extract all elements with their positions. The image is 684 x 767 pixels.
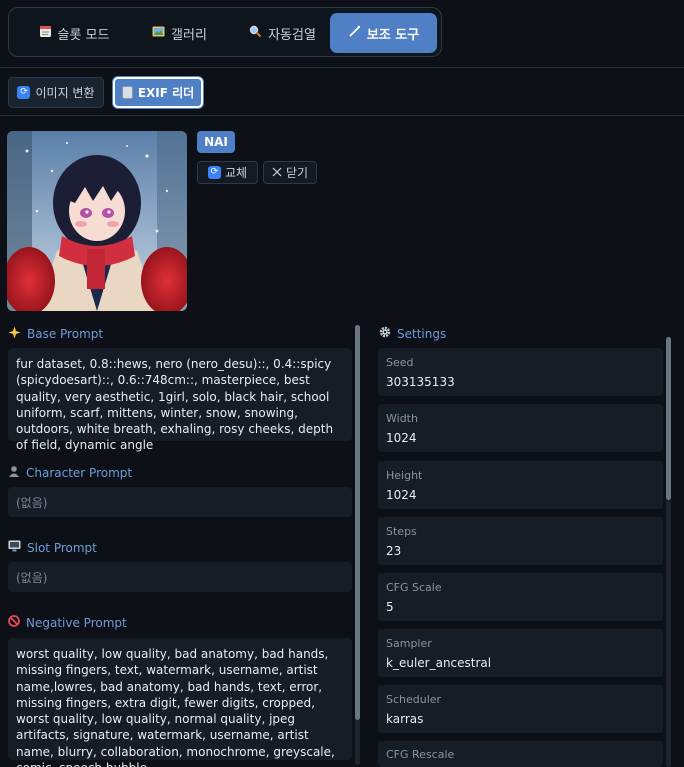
- section-label: Base Prompt: [27, 327, 104, 341]
- tab-auto-censor[interactable]: 자동검열: [230, 13, 335, 53]
- setting-value: 23: [386, 544, 402, 558]
- wand-icon: [348, 25, 361, 41]
- base-prompt-title: Base Prompt: [8, 326, 103, 342]
- refresh-icon: ⟳: [207, 166, 221, 179]
- setting-cfg-rescale: CFG Rescale: [378, 741, 663, 767]
- prohibited-icon: [8, 615, 20, 630]
- slot-prompt-box: (없음): [8, 562, 352, 592]
- magnifier-icon: [249, 25, 262, 41]
- sparkles-icon: [8, 326, 21, 342]
- character-prompt-title: Character Prompt: [8, 465, 132, 480]
- close-label: 닫기: [285, 166, 309, 180]
- picture-icon: [152, 25, 165, 41]
- negative-prompt-box: worst quality, low quality, bad anatomy,…: [8, 638, 352, 767]
- main-tab-bar: 슬롯 모드 갤러리 자동검열 보조 도구: [8, 7, 442, 57]
- setting-value: 1024: [386, 488, 417, 502]
- tab-label: 보조 도구: [366, 27, 420, 43]
- close-image-button[interactable]: 닫기: [263, 161, 317, 184]
- tab-slot-mode[interactable]: 슬롯 모드: [19, 13, 129, 53]
- setting-label: CFG Rescale: [386, 748, 455, 761]
- setting-label: Scheduler: [386, 693, 442, 706]
- setting-label: Steps: [386, 525, 417, 538]
- tab-gallery[interactable]: 갤러리: [131, 13, 228, 53]
- base-prompt-box: fur dataset, 0.8::hews, nero (nero_desu)…: [8, 348, 352, 452]
- setting-sampler: Sampler k_euler_ancestral: [378, 629, 663, 677]
- setting-value: 1024: [386, 431, 417, 445]
- tab-helper-tools[interactable]: 보조 도구: [330, 13, 437, 53]
- character-prompt-box: (없음): [8, 487, 352, 517]
- settings-scrollbar-thumb[interactable]: [666, 337, 671, 500]
- setting-value: 5: [386, 600, 394, 614]
- exif-image-preview: [7, 131, 187, 311]
- setting-label: Seed: [386, 356, 414, 369]
- subtab-exif-reader[interactable]: EXIF 리더: [113, 77, 203, 108]
- person-icon: [8, 465, 20, 480]
- replace-label: 교체: [224, 166, 248, 180]
- clipboard-icon: [121, 86, 133, 99]
- subtab-label: EXIF 리더: [137, 86, 195, 100]
- gear-icon: [379, 326, 391, 341]
- setting-value: 303135133: [386, 375, 455, 389]
- slot-prompt-title: Slot Prompt: [8, 540, 97, 555]
- setting-label: CFG Scale: [386, 581, 442, 594]
- main-tab-bar-wrapper: 슬롯 모드 갤러리 자동검열 보조 도구: [0, 0, 684, 68]
- prompts-scrollbar-thumb[interactable]: [355, 325, 360, 720]
- setting-label: Height: [386, 469, 423, 482]
- subtab-image-convert[interactable]: ⟳ 이미지 변환: [8, 77, 104, 108]
- refresh-icon: ⟳: [17, 86, 31, 99]
- section-label: Negative Prompt: [26, 615, 127, 630]
- setting-seed: Seed 303135133: [378, 348, 663, 396]
- setting-label: Sampler: [386, 637, 432, 650]
- section-label: Character Prompt: [26, 465, 133, 480]
- settings-title: Settings: [379, 326, 446, 341]
- tab-label: 갤러리: [171, 27, 207, 43]
- subtab-label: 이미지 변환: [35, 86, 95, 100]
- setting-steps: Steps 23: [378, 517, 663, 565]
- sub-tab-bar: ⟳ 이미지 변환 EXIF 리더: [0, 68, 684, 116]
- source-badge: NAI: [197, 131, 235, 153]
- memo-icon: [39, 25, 52, 41]
- close-icon: [272, 166, 282, 180]
- negative-prompt-title: Negative Prompt: [8, 615, 127, 630]
- setting-label: Width: [386, 412, 418, 425]
- monitor-icon: [8, 540, 21, 555]
- replace-image-button[interactable]: ⟳ 교체: [197, 161, 258, 184]
- tab-label: 자동검열: [268, 27, 316, 43]
- setting-cfg-scale: CFG Scale 5: [378, 573, 663, 621]
- setting-height: Height 1024: [378, 461, 663, 509]
- setting-width: Width 1024: [378, 404, 663, 452]
- tab-label: 슬롯 모드: [57, 27, 110, 43]
- setting-value: karras: [386, 712, 424, 726]
- section-label: Slot Prompt: [27, 540, 97, 555]
- section-label: Settings: [397, 326, 447, 341]
- setting-value: k_euler_ancestral: [386, 656, 492, 670]
- setting-scheduler: Scheduler karras: [378, 685, 663, 733]
